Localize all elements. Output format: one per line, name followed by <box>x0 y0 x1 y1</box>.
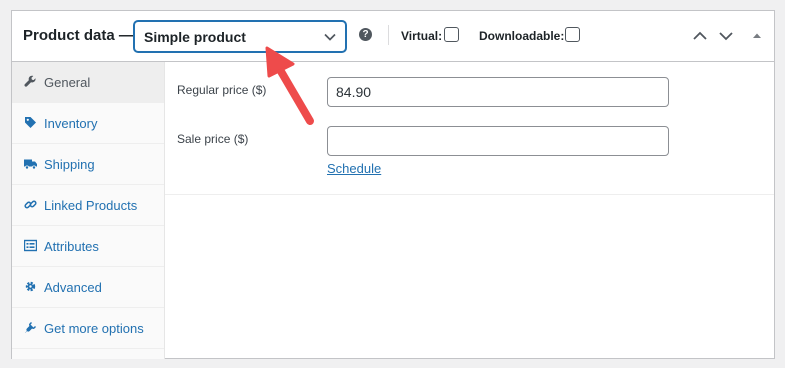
collapse-toggle-icon[interactable] <box>748 27 766 45</box>
panel-title: Product data — <box>23 27 134 44</box>
tab-attributes[interactable]: Attributes <box>12 226 164 267</box>
wrench-icon <box>24 75 36 87</box>
truck-icon <box>24 159 37 170</box>
sale-price-label: Sale price ($) <box>177 132 249 146</box>
tab-get-more-options[interactable]: Get more options <box>12 308 164 349</box>
tab-advanced[interactable]: Advanced <box>12 267 164 308</box>
tab-label: Get more options <box>44 321 144 336</box>
product-data-panel: Product data — Simple product ? Virtual:… <box>11 10 775 359</box>
regular-price-input[interactable] <box>327 77 669 107</box>
tab-label: Inventory <box>44 116 98 131</box>
list-icon <box>24 239 37 252</box>
tag-icon <box>25 117 36 128</box>
panel-header: Product data — Simple product ? Virtual:… <box>12 11 774 62</box>
plug-icon <box>25 322 36 333</box>
tab-label: General <box>44 75 91 90</box>
annotation-arrow <box>265 46 314 125</box>
move-down-icon[interactable] <box>717 27 735 45</box>
tab-linked-products[interactable]: Linked Products <box>12 185 164 226</box>
tab-general[interactable]: General <box>12 62 164 103</box>
link-icon <box>24 200 37 209</box>
product-data-tabs: General Inventory Shipping Linked Produc… <box>12 62 165 359</box>
move-up-icon[interactable] <box>691 27 709 45</box>
tab-label: Advanced <box>44 280 102 295</box>
regular-price-label: Regular price ($) <box>177 83 267 97</box>
downloadable-label: Downloadable: <box>479 29 565 43</box>
help-icon[interactable]: ? <box>359 28 372 41</box>
tab-label: Linked Products <box>44 198 138 213</box>
tab-label: Shipping <box>44 157 95 172</box>
divider <box>388 25 389 45</box>
tab-inventory[interactable]: Inventory <box>12 103 164 144</box>
chevron-down-icon <box>324 33 336 41</box>
virtual-checkbox[interactable] <box>444 27 459 42</box>
tab-shipping[interactable]: Shipping <box>12 144 164 185</box>
gear-icon <box>25 281 36 292</box>
tab-label: Attributes <box>44 239 99 254</box>
schedule-link[interactable]: Schedule <box>327 161 381 176</box>
sale-price-input[interactable] <box>327 126 669 156</box>
product-type-value: Simple product <box>144 29 246 45</box>
downloadable-checkbox[interactable] <box>565 27 580 42</box>
virtual-label: Virtual: <box>401 29 443 43</box>
